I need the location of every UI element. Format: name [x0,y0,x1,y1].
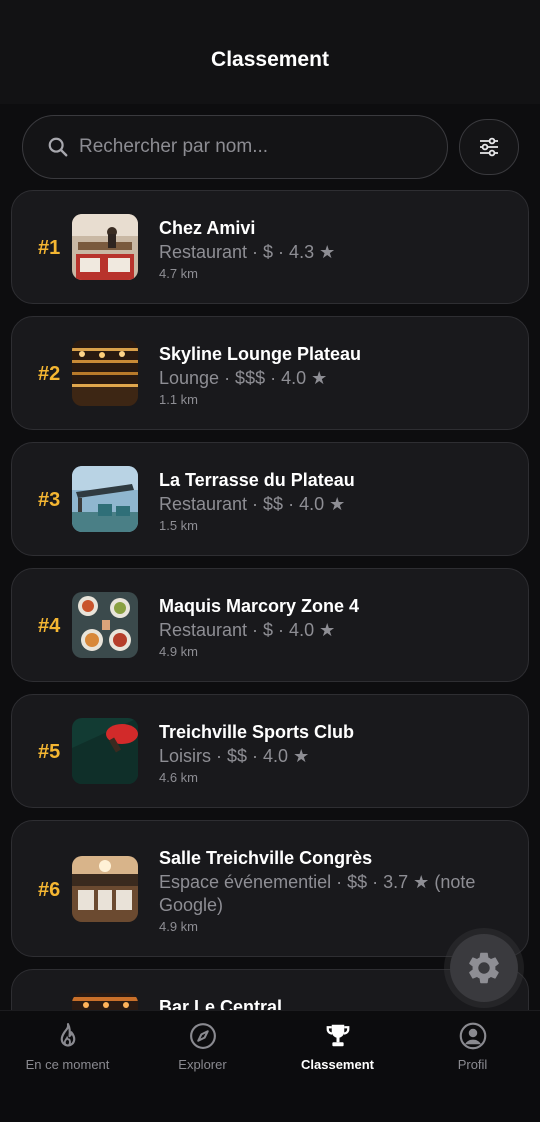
list-item[interactable]: #6 Salle Treichville Congrès Espace évén… [11,820,529,957]
tab-label: En ce moment [25,1057,110,1072]
venue-meta: Loisirs · $$ · 4.0 ★ [159,745,519,768]
venue-distance: 1.1 km [159,392,199,407]
venue-name: Skyline Lounge Plateau [159,344,362,364]
star-icon: ★ [311,368,328,388]
flame-icon [60,1023,75,1047]
tab-en-ce-moment[interactable]: En ce moment [0,1021,135,1072]
venue-distance: 1.5 km [159,518,199,533]
venue-photo [72,856,138,922]
venue-meta: Lounge · $$$ · 4.0 ★ [159,367,519,390]
star-icon: ★ [319,620,336,640]
settings-button[interactable] [450,934,518,1002]
venue-name: La Terrasse du Plateau [159,470,355,490]
compass-icon [189,1023,216,1049]
venue-photo [72,718,138,784]
tab-profil[interactable]: Profil [405,1021,540,1072]
venue-name: Bar Le Central [159,997,283,1010]
star-icon: ★ [293,746,310,766]
app-header: Classement [0,0,540,104]
venue-meta-text: Espace événementiel · $$ · 3.7 [159,872,409,892]
list-item[interactable]: #3 La Terrasse du Plateau Restaurant · $… [11,442,529,556]
venue-distance: 4.9 km [159,919,199,934]
user-circle-icon [459,1022,486,1050]
venue-name: Treichville Sports Club [159,722,355,742]
venue-photo [72,340,138,406]
venue-meta-text: Loisirs · $$ · 4.0 [159,746,289,766]
venue-meta-text: Lounge · $$$ · 4.0 [159,368,307,388]
search-bar[interactable] [22,115,448,179]
venue-distance: 4.9 km [159,644,199,659]
list-item[interactable]: #5 Treichville Sports Club Loisirs · $$ … [11,694,529,808]
venue-photo [72,592,138,658]
search-input[interactable] [79,116,429,178]
venue-meta-text: Restaurant · $ · 4.0 [159,620,315,640]
star-icon: ★ [329,494,346,514]
venue-photo [72,466,138,532]
tab-explorer[interactable]: Explorer [135,1021,270,1072]
tab-classement[interactable]: Classement [270,1021,405,1072]
venue-distance: 4.6 km [159,770,199,785]
star-icon: ★ [319,242,336,262]
venue-meta: Espace événementiel · $$ · 3.7 ★ (note G… [159,871,519,917]
bottom-tab-bar: En ce moment Explorer Classement Profil [0,1010,540,1122]
venue-name: Chez Amivi [159,218,256,238]
venue-meta-text: Restaurant · $$ · 4.0 [159,494,325,514]
trophy-icon [326,1024,349,1047]
gear-icon [469,952,499,984]
tab-label: Profil [457,1057,488,1072]
venue-meta: Restaurant · $$ · 4.0 ★ [159,493,519,516]
list-item[interactable]: #1 Chez Amivi Restaurant · $ · 4.3 ★ 4.7… [11,190,529,304]
list-item[interactable]: #4 Maquis Marcory Zone 4 Restaurant · $ … [11,568,529,682]
star-icon: ★ [413,872,430,892]
tab-label: Explorer [178,1057,227,1072]
list-item[interactable]: #2 Skyline Lounge Plateau Lounge · $$$ ·… [11,316,529,430]
venue-meta-text: Restaurant · $ · 4.3 [159,242,315,262]
filter-button[interactable] [459,119,519,175]
tab-label: Classement [301,1057,374,1072]
venue-meta: Restaurant · $ · 4.0 ★ [159,619,519,642]
venue-name: Maquis Marcory Zone 4 [159,596,360,616]
venue-photo [72,214,138,280]
search-icon [48,137,68,157]
sliders-icon [480,137,498,157]
venue-distance: 4.7 km [159,266,199,281]
venue-photo [72,993,138,1010]
page-title: Classement [211,48,329,71]
venue-meta: Restaurant · $ · 4.3 ★ [159,241,519,264]
venue-name: Salle Treichville Congrès [159,848,373,868]
